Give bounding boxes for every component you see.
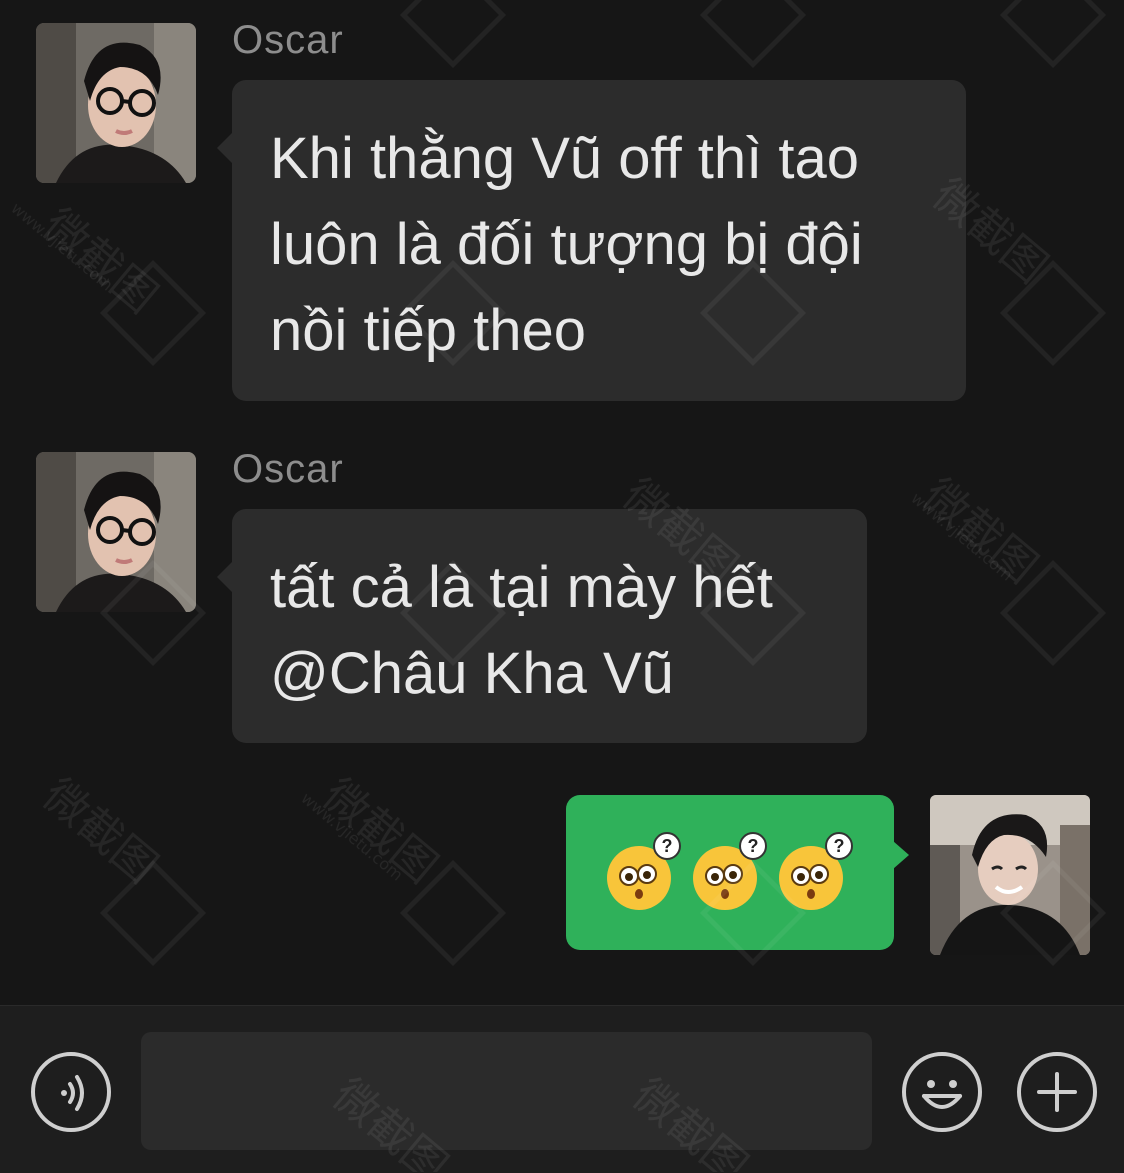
sender-name: Oscar [232,18,344,62]
svg-text:?: ? [748,836,759,856]
svg-text:?: ? [662,836,673,856]
message-text-line: luôn là đối tượng bị đội [270,212,863,277]
message-bubble-outgoing[interactable]: ? ? ? [566,795,909,950]
voice-icon [61,1075,84,1111]
input-bar [0,1005,1124,1173]
message-text-line: @Châu Kha Vũ [270,641,674,706]
sender-name: Oscar [232,447,344,491]
confused-emoji-icon: ? [607,831,681,910]
confused-emoji-icon: ? [693,831,767,910]
chat-message-area[interactable]: Oscar Khi thằng Vũ off thì tao luôn là đ… [0,0,1124,1005]
plus-button[interactable] [1017,1052,1097,1132]
avatar-oscar[interactable] [36,23,196,183]
plus-icon [1037,1072,1077,1112]
emoji-icon [922,1080,962,1109]
svg-text:?: ? [834,836,845,856]
confused-emoji-icon: ? [779,831,853,910]
message-bubble-incoming[interactable]: tất cả là tại mày hết @Châu Kha Vũ [217,509,867,743]
message-bubble-incoming[interactable]: Khi thằng Vũ off thì tao luôn là đối tượ… [217,80,966,401]
message-text-line: tất cả là tại mày hết [270,555,773,620]
emoji-button[interactable] [902,1052,982,1132]
message-input[interactable] [141,1032,872,1150]
avatar-oscar[interactable] [36,452,196,612]
voice-button[interactable] [31,1052,111,1132]
message-text-line: Khi thằng Vũ off thì tao [270,126,860,191]
avatar-self[interactable] [930,795,1090,955]
message-text-line: nồi tiếp theo [270,298,587,363]
